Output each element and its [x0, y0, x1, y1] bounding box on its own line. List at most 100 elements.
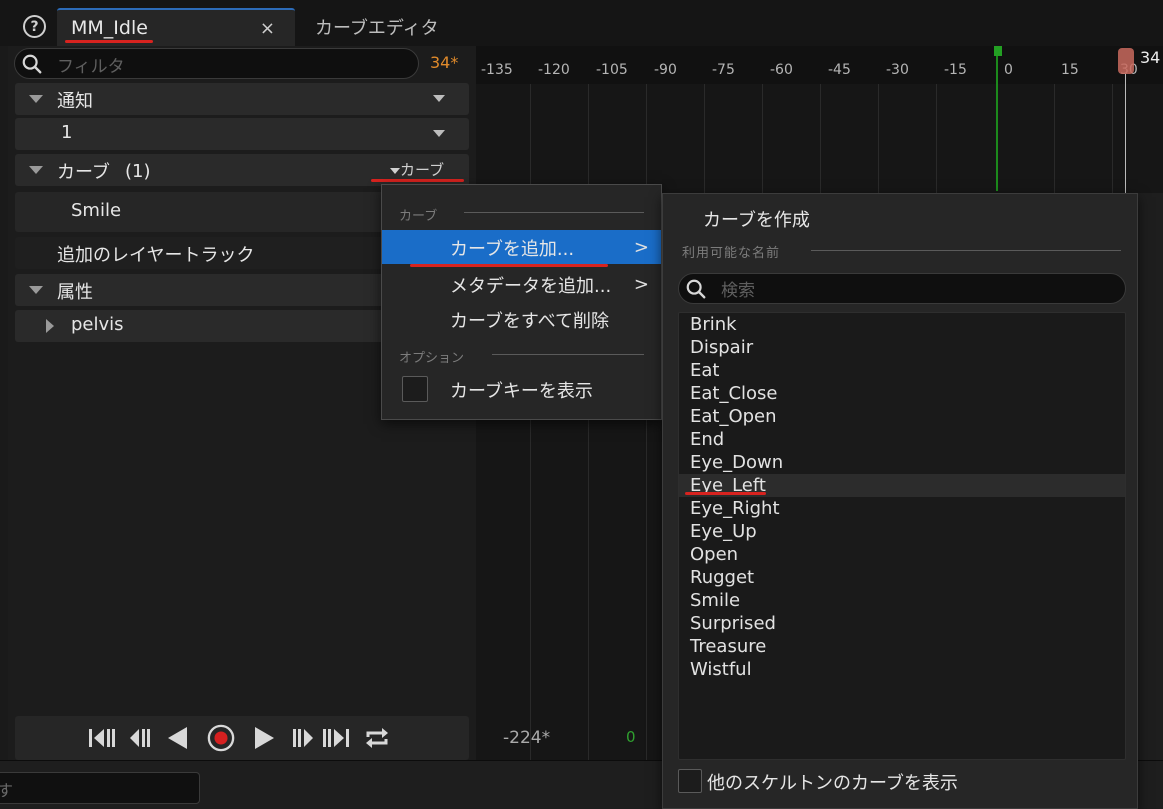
list-item-label: Surprised	[690, 613, 776, 634]
list-item[interactable]: Eat_Open	[679, 405, 1125, 428]
curve-search-input[interactable]: 検索	[678, 273, 1126, 304]
collapse-icon[interactable]	[29, 166, 43, 174]
list-item-label: Wistful	[690, 659, 752, 680]
ruler-tick: -45	[828, 62, 851, 78]
ruler-tick: -60	[770, 62, 793, 78]
curve-count: (1)	[125, 161, 151, 182]
help-glyph: ?	[30, 18, 39, 35]
tab-label: MM_Idle	[71, 17, 148, 39]
list-item[interactable]: End	[679, 428, 1125, 451]
play-reverse-icon[interactable]	[165, 724, 191, 752]
show-keys-checkbox[interactable]	[402, 376, 428, 402]
add-curve-submenu: カーブを作成 利用可能な名前 検索 Brink Dispair Eat Eat_…	[662, 193, 1138, 809]
list-item[interactable]: Wistful	[679, 658, 1125, 681]
list-item[interactable]: Rugget	[679, 566, 1125, 589]
time-ruler[interactable]: -135 -120 -105 -90 -75 -60 -45 -30 -15 0…	[476, 46, 1163, 84]
close-icon[interactable]: ×	[260, 18, 275, 39]
curve-context-menu: カーブ カーブを追加... > メタデータを追加... > カーブをすべて削除 …	[381, 184, 662, 420]
help-icon[interactable]: ?	[23, 15, 46, 38]
skip-to-end-icon[interactable]	[321, 724, 353, 752]
record-icon[interactable]	[205, 724, 237, 752]
start-marker[interactable]	[996, 46, 998, 191]
collapse-icon[interactable]	[29, 95, 43, 103]
list-item[interactable]: Eat	[679, 359, 1125, 382]
menu-item-label: カーブをすべて削除	[450, 311, 609, 332]
ruler-tick: -90	[654, 62, 677, 78]
annotation-underline	[410, 264, 608, 267]
menu-item-label: カーブキーを表示	[450, 381, 593, 402]
search-icon	[686, 279, 706, 299]
menu-item-label: メタデータを追加...	[450, 276, 612, 297]
divider	[464, 212, 644, 213]
expand-icon[interactable]	[46, 319, 54, 333]
menu-item-show-curve-keys[interactable]: カーブキーを表示	[382, 372, 661, 406]
divider	[811, 250, 1121, 251]
annotation-underline	[685, 492, 766, 495]
ruler-tick: -30	[886, 62, 909, 78]
list-item-label: Eye_Up	[690, 521, 757, 542]
step-back-icon[interactable]	[127, 724, 153, 752]
list-item[interactable]: Treasure	[679, 635, 1125, 658]
dropdown-icon[interactable]	[433, 130, 445, 137]
list-item[interactable]: Smile	[679, 589, 1125, 612]
section-header-available: 利用可能な名前	[682, 246, 781, 261]
list-item-label: Eat_Close	[690, 383, 778, 404]
divider	[492, 354, 644, 355]
list-item-label: End	[690, 429, 725, 450]
dropdown-icon[interactable]	[433, 95, 445, 102]
curve-name-list: Brink Dispair Eat Eat_Close Eat_Open End…	[678, 312, 1126, 760]
step-forward-icon[interactable]	[290, 724, 316, 752]
list-item[interactable]: Dispair	[679, 336, 1125, 359]
list-item-label: Dispair	[690, 337, 754, 358]
track-label: 追加のレイヤートラック	[57, 245, 255, 266]
list-item[interactable]: Eat_Close	[679, 382, 1125, 405]
playhead-line	[1125, 74, 1126, 194]
menu-item-remove-all-curves[interactable]: カーブをすべて削除	[382, 302, 661, 336]
list-item[interactable]: Eye_Up	[679, 520, 1125, 543]
list-item[interactable]: Eye_Down	[679, 451, 1125, 474]
ruler-tick: -75	[712, 62, 735, 78]
play-icon[interactable]	[251, 724, 277, 752]
ruler-tick: -15	[944, 62, 967, 78]
list-item-label: Eat_Open	[690, 406, 777, 427]
tab-curve-editor[interactable]: カーブエディタ	[315, 14, 439, 40]
frame-count: 34*	[430, 53, 459, 72]
list-item[interactable]: Brink	[679, 313, 1125, 336]
track-notify[interactable]: 通知	[15, 83, 469, 115]
playhead-handle[interactable]	[1118, 48, 1134, 74]
list-item[interactable]: Surprised	[679, 612, 1125, 635]
list-item-label: Open	[690, 544, 739, 565]
dropdown-icon	[390, 167, 400, 174]
track-label: pelvis	[71, 314, 124, 335]
curves-dropdown-button[interactable]: カーブ	[390, 159, 444, 180]
ruler-tick: 15	[1061, 62, 1079, 78]
annotation-underline	[65, 40, 153, 43]
list-item[interactable]: Open	[679, 543, 1125, 566]
ruler-tick: -120	[538, 62, 570, 78]
start-marker-flag[interactable]	[994, 46, 1002, 56]
collapse-icon[interactable]	[29, 286, 43, 294]
show-other-checkbox[interactable]	[678, 769, 702, 793]
menu-item-add-metadata[interactable]: メタデータを追加... >	[382, 267, 661, 301]
section-header-options: オプション	[399, 351, 465, 366]
filter-input[interactable]: フィルタ	[14, 48, 419, 79]
ruler-tick: -105	[596, 62, 628, 78]
working-range-start[interactable]: 0	[626, 728, 636, 746]
chevron-right-icon: >	[633, 274, 649, 295]
list-item[interactable]: Eye_Right	[679, 497, 1125, 520]
console-input-text: す	[0, 781, 14, 800]
list-item-label: Treasure	[690, 636, 767, 657]
menu-item-add-curve[interactable]: カーブを追加... >	[382, 230, 661, 264]
skip-to-start-icon[interactable]	[87, 724, 117, 752]
list-item-label: Brink	[690, 314, 737, 335]
notify-track-1[interactable]: 1	[15, 118, 469, 150]
ruler-tick: 0	[1004, 62, 1013, 78]
loop-icon[interactable]	[363, 724, 391, 752]
right-panel-edge	[1138, 193, 1163, 760]
playhead-frame: 34	[1140, 48, 1161, 67]
list-item-label: Smile	[690, 590, 741, 611]
view-range-start[interactable]: -224*	[503, 728, 550, 748]
create-curve-item[interactable]: カーブを作成	[703, 206, 810, 232]
ruler-tick: -135	[481, 62, 513, 78]
console-input[interactable]: す	[0, 772, 200, 804]
